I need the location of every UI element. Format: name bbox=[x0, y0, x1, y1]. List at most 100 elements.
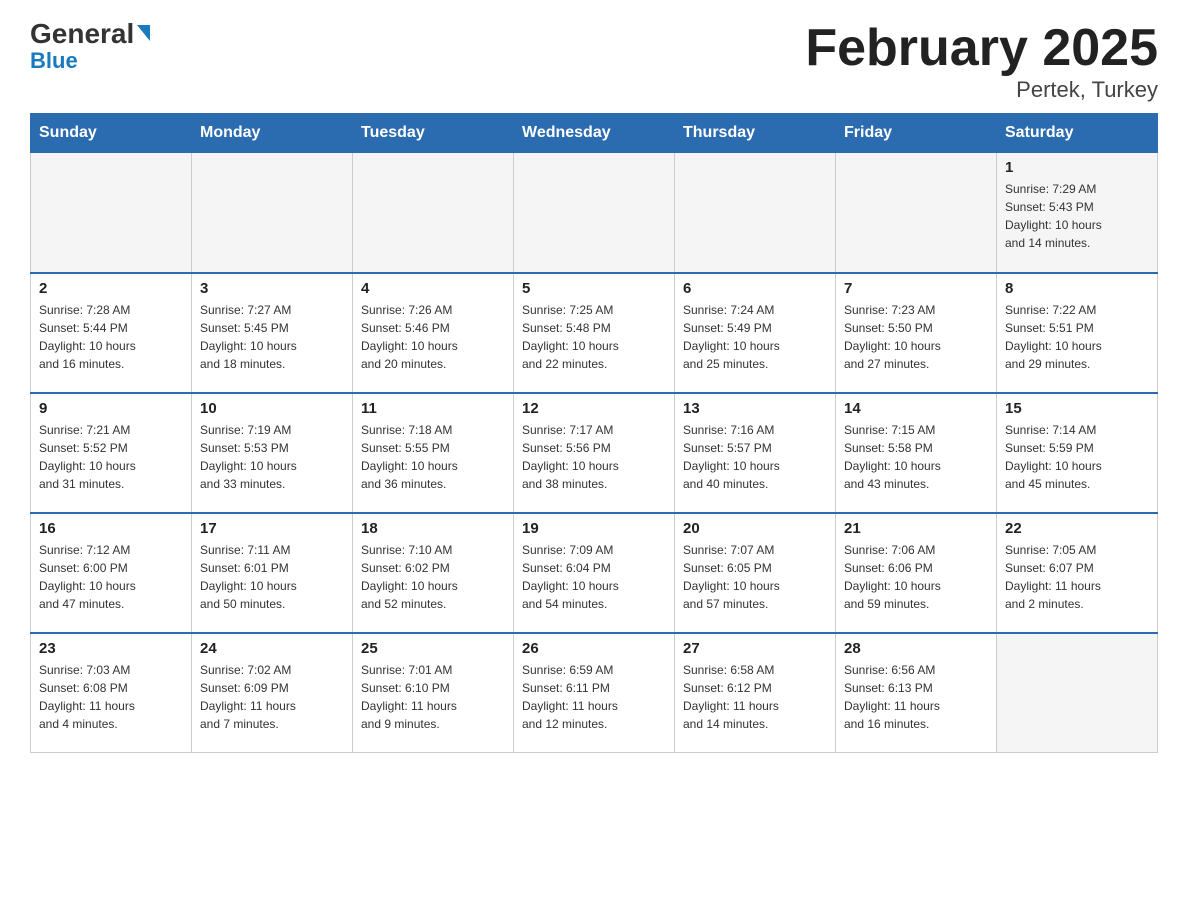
day-number: 1 bbox=[1005, 159, 1149, 176]
day-number: 3 bbox=[200, 280, 344, 297]
calendar-week-row: 16 Sunrise: 7:12 AMSunset: 6:00 PMDayligh… bbox=[31, 513, 1158, 633]
day-number: 20 bbox=[683, 520, 827, 537]
day-info: Sunrise: 7:15 AMSunset: 5:58 PMDaylight:… bbox=[844, 421, 988, 493]
day-of-week-sunday: Sunday bbox=[31, 114, 192, 153]
calendar-table: SundayMondayTuesdayWednesdayThursdayFrid… bbox=[30, 113, 1158, 753]
calendar-cell: 3 Sunrise: 7:27 AMSunset: 5:45 PMDaylight… bbox=[192, 273, 353, 393]
calendar-cell: 19Sunrise: 7:09 AMSunset: 6:04 PMDayligh… bbox=[514, 513, 675, 633]
calendar-cell bbox=[31, 153, 192, 273]
calendar-cell: 15 Sunrise: 7:14 AMSunset: 5:59 PMDayligh… bbox=[997, 393, 1158, 513]
calendar-week-row: 2 Sunrise: 7:28 AMSunset: 5:44 PMDaylight… bbox=[31, 273, 1158, 393]
calendar-week-row: 23 Sunrise: 7:03 AMSunset: 6:08 PMDayligh… bbox=[31, 633, 1158, 753]
day-info: Sunrise: 7:17 AMSunset: 5:56 PMDaylight:… bbox=[522, 421, 666, 493]
calendar-cell bbox=[353, 153, 514, 273]
calendar-cell: 2 Sunrise: 7:28 AMSunset: 5:44 PMDaylight… bbox=[31, 273, 192, 393]
day-info: Sunrise: 7:01 AMSunset: 6:10 PMDaylight:… bbox=[361, 661, 505, 733]
day-info: Sunrise: 7:09 AMSunset: 6:04 PMDaylight:… bbox=[522, 541, 666, 613]
calendar-cell bbox=[836, 153, 997, 273]
calendar-cell: 8 Sunrise: 7:22 AMSunset: 5:51 PMDaylight… bbox=[997, 273, 1158, 393]
day-info: Sunrise: 6:58 AMSunset: 6:12 PMDaylight:… bbox=[683, 661, 827, 733]
calendar-cell: 13Sunrise: 7:16 AMSunset: 5:57 PMDayligh… bbox=[675, 393, 836, 513]
day-info: Sunrise: 7:26 AMSunset: 5:46 PMDaylight:… bbox=[361, 301, 505, 373]
calendar-cell: 20 Sunrise: 7:07 AMSunset: 6:05 PMDayligh… bbox=[675, 513, 836, 633]
logo-blue: Blue bbox=[30, 48, 78, 74]
day-number: 27 bbox=[683, 640, 827, 657]
calendar-cell: 22 Sunrise: 7:05 AMSunset: 6:07 PMDayligh… bbox=[997, 513, 1158, 633]
calendar-cell: 11Sunrise: 7:18 AMSunset: 5:55 PMDayligh… bbox=[353, 393, 514, 513]
calendar-week-row: 1 Sunrise: 7:29 AMSunset: 5:43 PMDaylight… bbox=[31, 153, 1158, 273]
day-number: 4 bbox=[361, 280, 505, 297]
day-of-week-wednesday: Wednesday bbox=[514, 114, 675, 153]
calendar-title-area: February 2025 Pertek, Turkey bbox=[805, 20, 1158, 103]
calendar-cell: 14 Sunrise: 7:15 AMSunset: 5:58 PMDayligh… bbox=[836, 393, 997, 513]
day-info: Sunrise: 7:23 AMSunset: 5:50 PMDaylight:… bbox=[844, 301, 988, 373]
day-number: 10 bbox=[200, 400, 344, 417]
day-of-week-friday: Friday bbox=[836, 114, 997, 153]
calendar-subtitle: Pertek, Turkey bbox=[805, 77, 1158, 103]
day-number: 6 bbox=[683, 280, 827, 297]
day-number: 8 bbox=[1005, 280, 1149, 297]
day-info: Sunrise: 7:05 AMSunset: 6:07 PMDaylight:… bbox=[1005, 541, 1149, 613]
day-info: Sunrise: 6:59 AMSunset: 6:11 PMDaylight:… bbox=[522, 661, 666, 733]
calendar-cell bbox=[192, 153, 353, 273]
day-info: Sunrise: 7:16 AMSunset: 5:57 PMDaylight:… bbox=[683, 421, 827, 493]
day-info: Sunrise: 7:14 AMSunset: 5:59 PMDaylight:… bbox=[1005, 421, 1149, 493]
day-of-week-monday: Monday bbox=[192, 114, 353, 153]
day-number: 5 bbox=[522, 280, 666, 297]
day-number: 24 bbox=[200, 640, 344, 657]
day-number: 15 bbox=[1005, 400, 1149, 417]
calendar-cell bbox=[514, 153, 675, 273]
calendar-cell: 9 Sunrise: 7:21 AMSunset: 5:52 PMDaylight… bbox=[31, 393, 192, 513]
day-info: Sunrise: 7:25 AMSunset: 5:48 PMDaylight:… bbox=[522, 301, 666, 373]
day-number: 9 bbox=[39, 400, 183, 417]
day-of-week-saturday: Saturday bbox=[997, 114, 1158, 153]
calendar-cell: 24 Sunrise: 7:02 AMSunset: 6:09 PMDayligh… bbox=[192, 633, 353, 753]
day-info: Sunrise: 7:24 AMSunset: 5:49 PMDaylight:… bbox=[683, 301, 827, 373]
day-number: 7 bbox=[844, 280, 988, 297]
day-number: 22 bbox=[1005, 520, 1149, 537]
calendar-cell: 21Sunrise: 7:06 AMSunset: 6:06 PMDayligh… bbox=[836, 513, 997, 633]
calendar-cell: 5 Sunrise: 7:25 AMSunset: 5:48 PMDaylight… bbox=[514, 273, 675, 393]
calendar-cell: 12Sunrise: 7:17 AMSunset: 5:56 PMDayligh… bbox=[514, 393, 675, 513]
day-info: Sunrise: 6:56 AMSunset: 6:13 PMDaylight:… bbox=[844, 661, 988, 733]
day-info: Sunrise: 7:12 AMSunset: 6:00 PMDaylight:… bbox=[39, 541, 183, 613]
day-number: 16 bbox=[39, 520, 183, 537]
calendar-cell: 6 Sunrise: 7:24 AMSunset: 5:49 PMDaylight… bbox=[675, 273, 836, 393]
page-header: General Blue February 2025 Pertek, Turke… bbox=[30, 20, 1158, 103]
day-number: 2 bbox=[39, 280, 183, 297]
day-number: 25 bbox=[361, 640, 505, 657]
logo-name: General bbox=[30, 20, 150, 48]
calendar-title: February 2025 bbox=[805, 20, 1158, 77]
calendar-cell: 18 Sunrise: 7:10 AMSunset: 6:02 PMDayligh… bbox=[353, 513, 514, 633]
calendar-cell: 26 Sunrise: 6:59 AMSunset: 6:11 PMDayligh… bbox=[514, 633, 675, 753]
day-number: 17 bbox=[200, 520, 344, 537]
calendar-cell: 25 Sunrise: 7:01 AMSunset: 6:10 PMDayligh… bbox=[353, 633, 514, 753]
day-number: 18 bbox=[361, 520, 505, 537]
calendar-week-row: 9 Sunrise: 7:21 AMSunset: 5:52 PMDaylight… bbox=[31, 393, 1158, 513]
day-info: Sunrise: 7:22 AMSunset: 5:51 PMDaylight:… bbox=[1005, 301, 1149, 373]
day-info: Sunrise: 7:27 AMSunset: 5:45 PMDaylight:… bbox=[200, 301, 344, 373]
day-number: 14 bbox=[844, 400, 988, 417]
day-info: Sunrise: 7:28 AMSunset: 5:44 PMDaylight:… bbox=[39, 301, 183, 373]
calendar-cell bbox=[675, 153, 836, 273]
calendar-header-row: SundayMondayTuesdayWednesdayThursdayFrid… bbox=[31, 114, 1158, 153]
day-info: Sunrise: 7:03 AMSunset: 6:08 PMDaylight:… bbox=[39, 661, 183, 733]
calendar-cell bbox=[997, 633, 1158, 753]
day-number: 28 bbox=[844, 640, 988, 657]
day-info: Sunrise: 7:29 AMSunset: 5:43 PMDaylight:… bbox=[1005, 180, 1149, 252]
day-of-week-tuesday: Tuesday bbox=[353, 114, 514, 153]
day-of-week-thursday: Thursday bbox=[675, 114, 836, 153]
day-info: Sunrise: 7:21 AMSunset: 5:52 PMDaylight:… bbox=[39, 421, 183, 493]
day-info: Sunrise: 7:07 AMSunset: 6:05 PMDaylight:… bbox=[683, 541, 827, 613]
day-info: Sunrise: 7:10 AMSunset: 6:02 PMDaylight:… bbox=[361, 541, 505, 613]
calendar-cell: 10Sunrise: 7:19 AMSunset: 5:53 PMDayligh… bbox=[192, 393, 353, 513]
day-number: 11 bbox=[361, 400, 505, 417]
day-number: 26 bbox=[522, 640, 666, 657]
day-number: 23 bbox=[39, 640, 183, 657]
calendar-cell: 17 Sunrise: 7:11 AMSunset: 6:01 PMDayligh… bbox=[192, 513, 353, 633]
logo: General Blue bbox=[30, 20, 150, 74]
day-info: Sunrise: 7:02 AMSunset: 6:09 PMDaylight:… bbox=[200, 661, 344, 733]
calendar-cell: 1 Sunrise: 7:29 AMSunset: 5:43 PMDaylight… bbox=[997, 153, 1158, 273]
calendar-cell: 23 Sunrise: 7:03 AMSunset: 6:08 PMDayligh… bbox=[31, 633, 192, 753]
day-info: Sunrise: 7:11 AMSunset: 6:01 PMDaylight:… bbox=[200, 541, 344, 613]
